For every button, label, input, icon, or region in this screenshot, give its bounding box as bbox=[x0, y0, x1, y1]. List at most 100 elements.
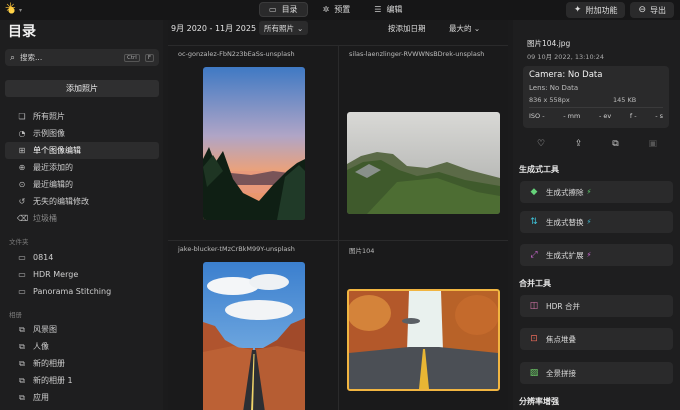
sidebar-item-recently-edited[interactable]: ⊙ 最近编辑的 bbox=[5, 176, 159, 193]
heart-icon[interactable]: ♡ bbox=[537, 139, 545, 149]
photo-title: oc-gonzalez-FbN2z3bEaSs-unsplash bbox=[178, 50, 295, 58]
photo-title: silas-laenzlinger-RVWWNsBDrek-unsplash bbox=[349, 50, 485, 58]
exif-info-card: Camera: No Data Lens: No Data 836 x 558p… bbox=[523, 66, 669, 128]
generative-replace-button[interactable]: ⇅ 生成式替换 ⚡ bbox=[520, 211, 673, 233]
sparkle-icon: ✦ bbox=[573, 5, 582, 15]
chevron-down-icon: ⌄ bbox=[473, 24, 481, 33]
sidebar-item-all-photos[interactable]: ❏ 所有照片 bbox=[5, 108, 159, 125]
wand-icon: ✲ bbox=[322, 5, 330, 14]
sidebar-item-folder-hdr-merge[interactable]: ▭ HDR Merge bbox=[5, 266, 159, 283]
resolution-heading: 分辨率增强 bbox=[519, 397, 559, 406]
add-photos-button[interactable]: 添加照片 bbox=[5, 80, 159, 97]
sidebar-item-album-new-1[interactable]: ⧉ 新的相册 1 bbox=[5, 372, 159, 389]
merge-tools-heading: 合并工具 bbox=[519, 279, 551, 288]
photo-thumbnail[interactable] bbox=[203, 67, 305, 220]
sidebar-item-trash[interactable]: ⌫ 垃圾桶 bbox=[5, 210, 159, 227]
lightning-icon: ⚡ bbox=[586, 251, 592, 259]
photo-cell[interactable]: oc-gonzalez-FbN2z3bEaSs-unsplash bbox=[168, 45, 338, 240]
album-icon: ⧉ bbox=[19, 341, 25, 351]
compare-icon[interactable]: ▣ bbox=[648, 139, 657, 149]
top-bar: ▾ ▭ 目录 ✲ 预置 ☰ 编辑 ✦ 附加功能 ⊖ 导出 bbox=[0, 0, 680, 20]
divider bbox=[529, 107, 663, 108]
sidebar-item-recently-added[interactable]: ⊕ 最近添加的 bbox=[5, 159, 159, 176]
lens-info: Lens: No Data bbox=[529, 84, 579, 92]
expand-icon: ⤢ bbox=[530, 250, 538, 260]
lightning-icon: ⚡ bbox=[586, 218, 592, 226]
sidebar-item-album-apps[interactable]: ⧉ 应用 bbox=[5, 389, 159, 406]
sidebar-title: 目录 bbox=[8, 24, 36, 40]
photo-thumbnail[interactable] bbox=[347, 112, 500, 214]
sidebar-item-sample-images[interactable]: ◔ 示例图像 bbox=[5, 125, 159, 142]
share-icon[interactable]: ⇪ bbox=[575, 139, 583, 149]
addons-button[interactable]: ✦ 附加功能 bbox=[565, 2, 626, 18]
albums-nav: ⧉ 风景图 ⧉ 人像 ⧉ 新的相册 ⧉ 新的相册 1 ⧉ 应用 bbox=[5, 321, 159, 406]
camera-info: Camera: No Data bbox=[529, 70, 603, 80]
samples-icon: ◔ bbox=[18, 129, 26, 138]
exif-values: ISO - - mm - ev f - - s bbox=[529, 112, 663, 120]
generative-erase-button[interactable]: ◆ 生成式擦除 ⚡ bbox=[520, 181, 673, 203]
folders-nav: ▭ 0814 ▭ HDR Merge ▭ Panorama Stitching bbox=[5, 249, 159, 300]
sidebar-item-folder-panorama[interactable]: ▭ Panorama Stitching bbox=[5, 283, 159, 300]
album-icon: ⧉ bbox=[19, 392, 25, 402]
clock-plus-icon: ⊕ bbox=[18, 163, 26, 172]
shortcut-key: Ctrl bbox=[124, 53, 140, 62]
generative-expand-button[interactable]: ⤢ 生成式扩展 ⚡ bbox=[520, 244, 673, 266]
albums-heading: 相册 bbox=[9, 311, 22, 319]
album-icon: ⧉ bbox=[19, 358, 25, 368]
sidebar-item-album-landscape[interactable]: ⧉ 风景图 bbox=[5, 321, 159, 338]
search-icon: ⌕ bbox=[10, 52, 16, 63]
photo-cell[interactable]: silas-laenzlinger-RVWWNsBDrek-unsplash bbox=[338, 45, 508, 240]
image-dimensions: 836 x 558px bbox=[529, 96, 570, 104]
generative-tools-heading: 生成式工具 bbox=[519, 165, 559, 174]
photo-thumbnail[interactable] bbox=[203, 262, 305, 410]
search-input[interactable]: ⌕ 搜索... Ctrl F bbox=[5, 49, 159, 66]
panorama-stitch-button[interactable]: ▨ 全景拼接 bbox=[520, 362, 673, 384]
tab-label: 预置 bbox=[334, 5, 351, 14]
sidebar-item-album-portrait[interactable]: ⧉ 人像 bbox=[5, 338, 159, 355]
file-name: 图片104.jpg bbox=[527, 39, 571, 48]
photo-actions: ♡ ⇪ ⧉ ▣ bbox=[537, 139, 657, 149]
photo-thumbnail-selected[interactable] bbox=[347, 289, 500, 391]
export-icon: ⊖ bbox=[638, 5, 646, 15]
photo-filter-dropdown[interactable]: 所有照片 ⌄ bbox=[259, 21, 309, 35]
album-icon: ⧉ bbox=[19, 375, 25, 385]
thumbnail-size-dropdown[interactable]: 最大的 ⌄ bbox=[449, 23, 480, 34]
clock-edit-icon: ⊙ bbox=[18, 180, 26, 189]
photo-grid: 9月 2020 - 11月 2025 所有照片 ⌄ 按添加日期 最大的 ⌄ oc… bbox=[168, 20, 508, 410]
album-icon: ⧉ bbox=[19, 324, 25, 334]
search-placeholder: 搜索... bbox=[20, 53, 43, 62]
focus-stacking-button[interactable]: ⊡ 焦点堆叠 bbox=[520, 328, 673, 350]
sidebar-item-album-new[interactable]: ⧉ 新的相册 bbox=[5, 355, 159, 372]
panorama-icon: ▨ bbox=[529, 368, 539, 378]
export-button[interactable]: ⊖ 导出 bbox=[630, 2, 674, 18]
tab-edit[interactable]: ☰ 编辑 bbox=[365, 2, 411, 17]
sliders-icon: ☰ bbox=[374, 5, 382, 14]
chevron-down-icon: ⌄ bbox=[297, 23, 304, 33]
copy-icon[interactable]: ⧉ bbox=[612, 139, 618, 149]
photo-cell[interactable]: 图片104 bbox=[338, 240, 508, 410]
hdr-icon: ◫ bbox=[529, 301, 539, 311]
chevron-down-icon: ▾ bbox=[19, 6, 23, 14]
hdr-merge-button[interactable]: ◫ HDR 合并 bbox=[520, 295, 673, 317]
folders-heading: 文件夹 bbox=[9, 238, 29, 246]
eraser-icon: ◆ bbox=[530, 187, 538, 197]
tab-catalog[interactable]: ▭ 目录 bbox=[259, 2, 308, 17]
app-menu-button[interactable]: ▾ bbox=[5, 1, 30, 18]
sidebar-item-lossless-edits[interactable]: ↺ 无失的编辑修改 bbox=[5, 193, 159, 210]
folder-icon: ▭ bbox=[18, 270, 26, 279]
sidebar-item-folder-0814[interactable]: ▭ 0814 bbox=[5, 249, 159, 266]
sort-dropdown[interactable]: 按添加日期 bbox=[388, 23, 426, 34]
tab-label: 编辑 bbox=[386, 5, 403, 14]
sidebar-item-single-image-edits[interactable]: ⊞ 单个图像编辑 bbox=[5, 142, 159, 159]
tab-presets[interactable]: ✲ 预置 bbox=[314, 2, 360, 17]
photo-cell[interactable]: jake-blucker-tMzCrBkM99Y-unsplash bbox=[168, 240, 338, 410]
folder-icon: ▭ bbox=[18, 287, 26, 296]
focus-icon: ⊡ bbox=[530, 334, 538, 344]
grid-icon: ⊞ bbox=[18, 146, 26, 155]
sun-logo-icon bbox=[5, 1, 17, 16]
photos-icon: ❏ bbox=[18, 112, 26, 121]
details-panel: 图片104.jpg 09 10月 2022, 13:10:24 Camera: … bbox=[513, 20, 680, 410]
tab-label: 目录 bbox=[281, 5, 298, 14]
addons-label: 附加功能 bbox=[585, 5, 618, 15]
trash-icon: ⌫ bbox=[17, 214, 29, 223]
